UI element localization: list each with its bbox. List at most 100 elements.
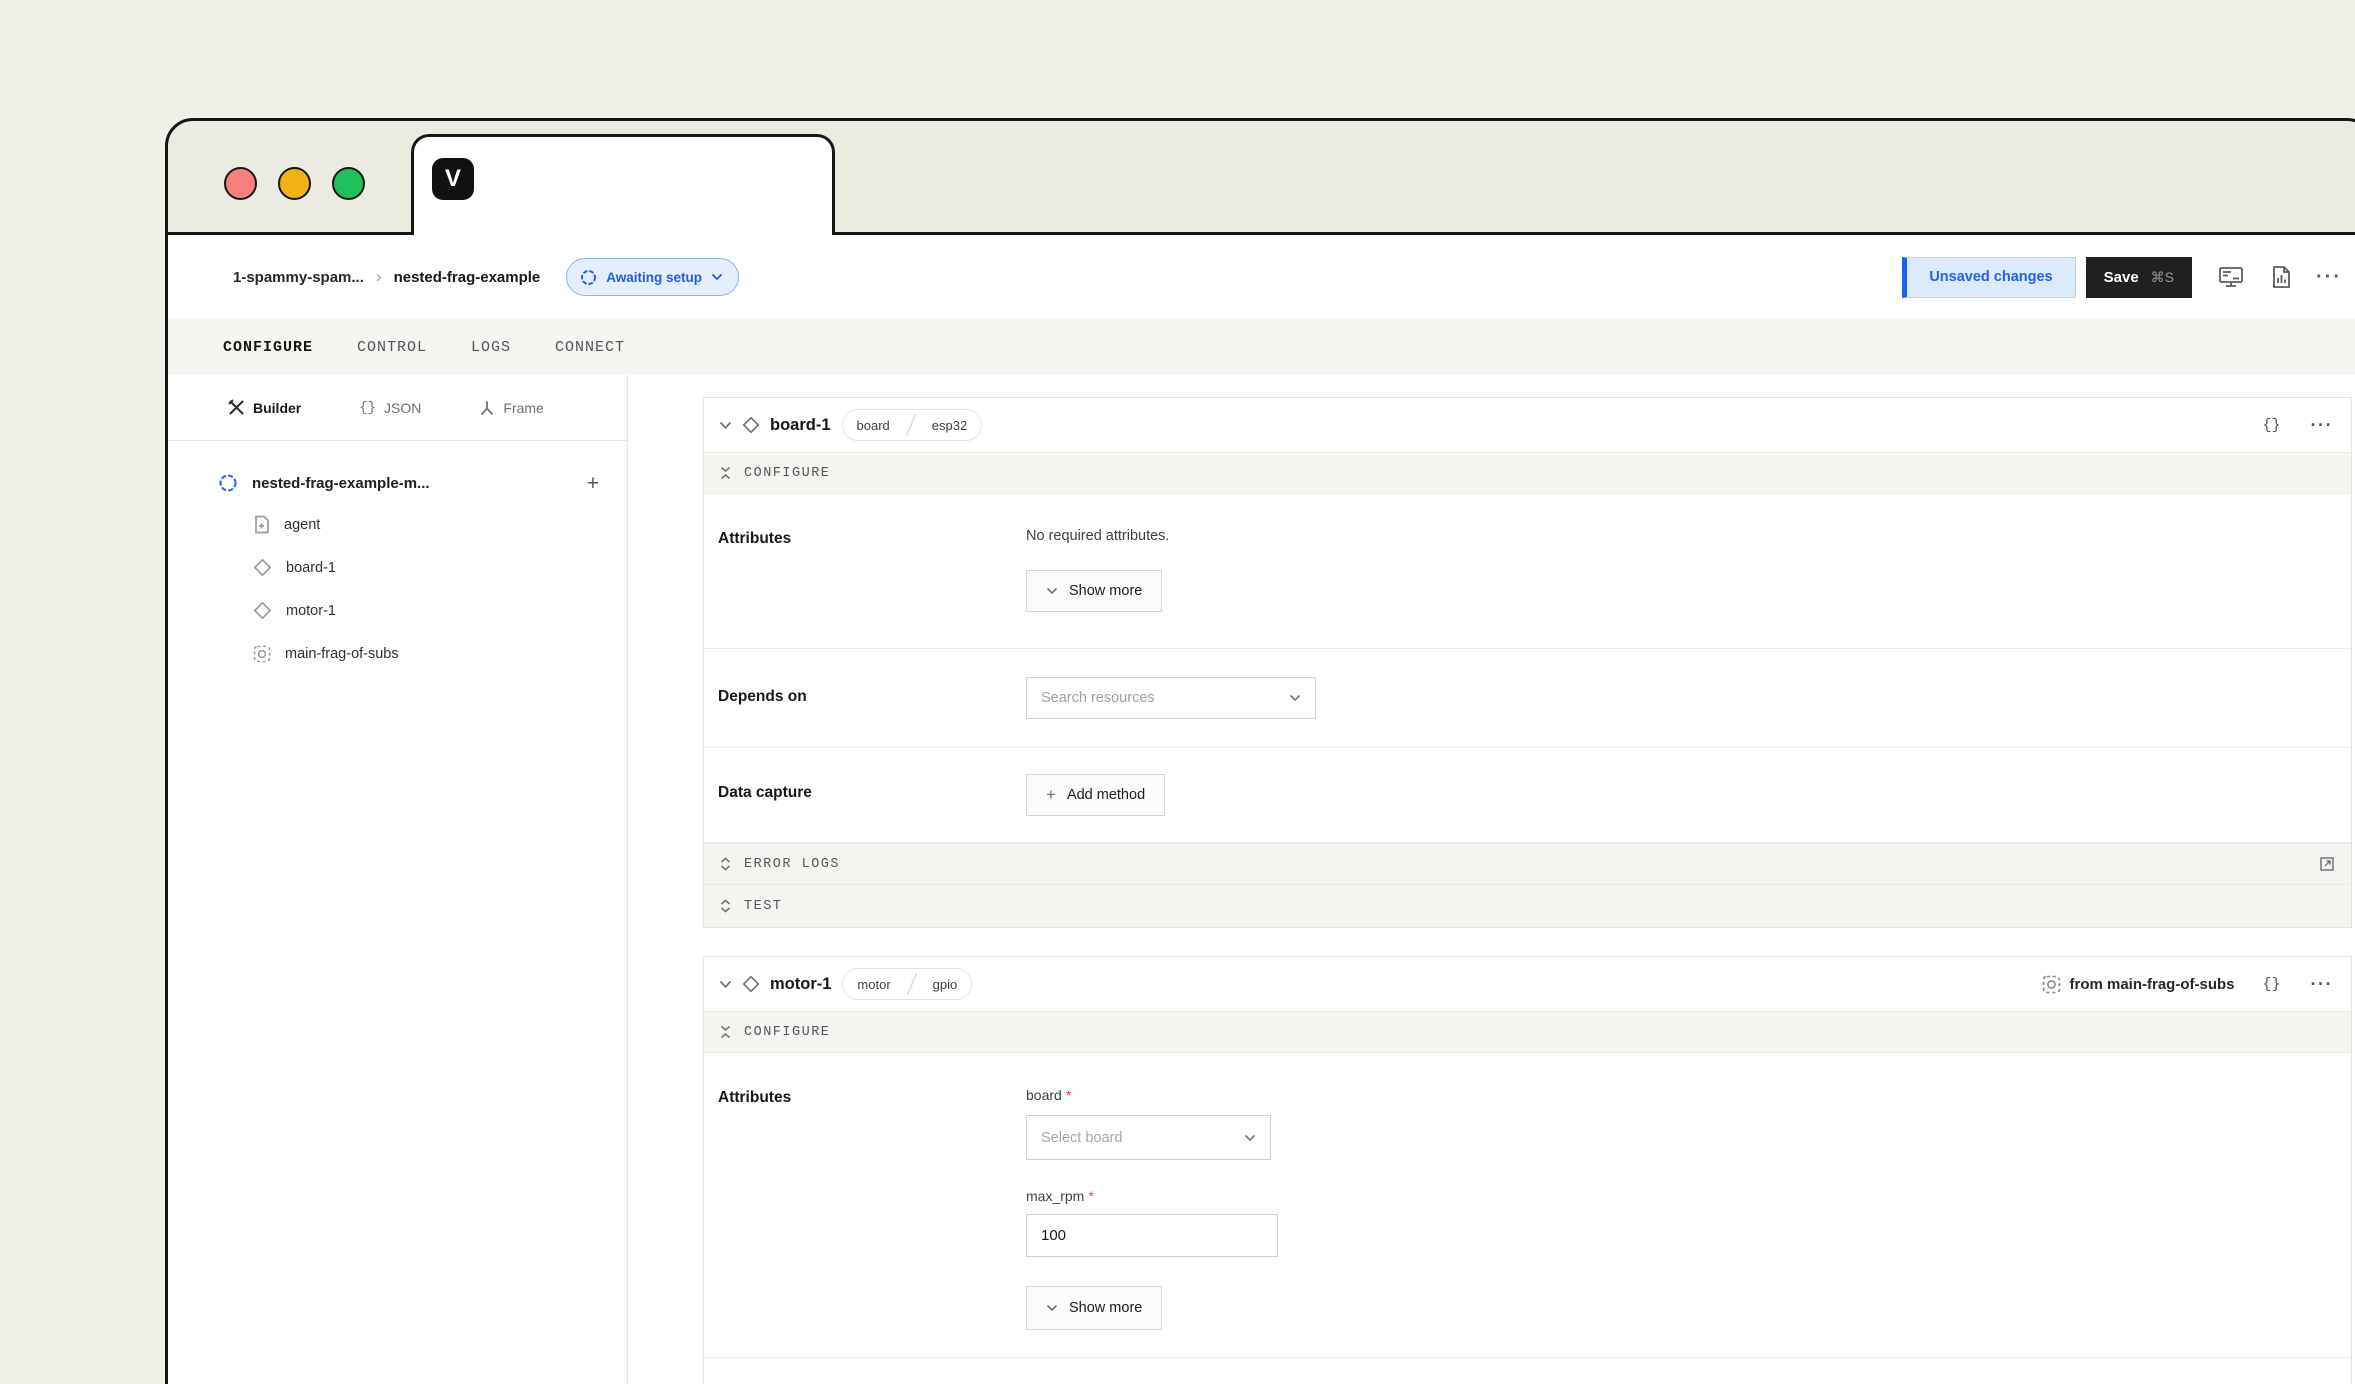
awaiting-spinner-icon [580, 269, 597, 286]
machine-nav-tabs: CONFIGURE CONTROL LOGS CONNECT [168, 319, 2355, 375]
save-shortcut: ⌘S [2151, 269, 2174, 286]
show-more-button[interactable]: Show more [1026, 1286, 1162, 1330]
resource-tree: nested-frag-example-m... + agent [168, 441, 627, 675]
chevron-down-icon [1244, 1134, 1256, 1142]
select-board-dropdown[interactable]: Select board [1026, 1115, 1271, 1160]
collapse-card-chevron-icon[interactable] [719, 421, 732, 430]
card-json-icon[interactable]: {} [2259, 417, 2285, 434]
card-title: motor-1 [770, 975, 831, 994]
configure-section-label: CONFIGURE [744, 466, 830, 481]
close-window-button[interactable] [224, 167, 257, 200]
config-sidebar: Builder {} JSON [168, 375, 628, 1384]
tab-logs[interactable]: LOGS [471, 339, 511, 356]
no-required-attributes-note: No required attributes. [1026, 528, 2333, 544]
machine-header: 1-spammy-spam... › nested-frag-example A… [168, 235, 2355, 319]
maximize-window-button[interactable] [332, 167, 365, 200]
browser-tab[interactable]: V [411, 134, 835, 235]
frame-axes-icon [479, 400, 495, 416]
sidebar-mode-tabs: Builder {} JSON [168, 375, 627, 441]
header-more-menu[interactable]: ··· [2316, 266, 2342, 289]
show-more-button[interactable]: Show more [1026, 570, 1162, 612]
browser-window: V 1-spammy-spam... › nested-frag-example… [165, 118, 2355, 1384]
open-logs-icon[interactable] [2319, 856, 2335, 872]
type-tag: motor [843, 977, 904, 992]
test-section-bar[interactable]: TEST [704, 885, 2351, 927]
machine-status-spinner-icon [218, 473, 238, 493]
attributes-row: Attributes board* Select board [704, 1053, 2351, 1358]
error-logs-section-bar[interactable]: ERROR LOGS [704, 843, 2351, 885]
resource-card-motor-1: motor-1 motor gpio [703, 956, 2352, 1384]
tree-item-label: motor-1 [286, 603, 336, 619]
chevron-down-icon [711, 273, 723, 281]
tab-configure[interactable]: CONFIGURE [223, 339, 313, 356]
config-main-panel: board-1 board esp32 {} ··· [628, 375, 2355, 1384]
save-button[interactable]: Save ⌘S [2086, 257, 2192, 298]
model-tag: gpio [919, 977, 972, 992]
breadcrumb-machine-name: nested-frag-example [394, 269, 541, 286]
mode-json[interactable]: {} JSON [359, 400, 421, 416]
board-field-label: board* [1026, 1087, 2333, 1103]
max-rpm-input[interactable] [1026, 1214, 1278, 1257]
fold-icon [720, 1025, 731, 1039]
fragment-icon [2042, 975, 2061, 994]
machine-status-badge[interactable]: Awaiting setup [566, 258, 739, 296]
tree-item-agent[interactable]: agent [218, 503, 599, 546]
mode-builder-label: Builder [253, 400, 301, 416]
depends-on-label: Depends on [718, 677, 1026, 719]
model-tag: esp32 [918, 418, 981, 433]
component-diamond-icon [742, 416, 760, 434]
fragment-source-label: from main-frag-of-subs [2070, 976, 2235, 993]
mode-builder[interactable]: Builder [228, 399, 301, 416]
configure-section-label: CONFIGURE [744, 1025, 830, 1040]
json-braces-icon: {} [359, 400, 376, 416]
tree-item-motor-1[interactable]: motor-1 [218, 589, 599, 632]
breadcrumb-project[interactable]: 1-spammy-spam... [233, 269, 364, 286]
card-header-board-1: board-1 board esp32 {} ··· [704, 398, 2351, 452]
required-asterisk: * [1066, 1087, 1071, 1103]
tree-root-label: nested-frag-example-m... [252, 475, 587, 492]
attributes-row: Attributes No required attributes. Show … [704, 494, 2351, 649]
chevron-down-icon [1289, 694, 1301, 702]
mode-frame[interactable]: Frame [479, 400, 543, 416]
card-header-motor-1: motor-1 motor gpio [704, 957, 2351, 1011]
minimize-window-button[interactable] [278, 167, 311, 200]
error-logs-label: ERROR LOGS [744, 857, 840, 872]
save-label: Save [2104, 269, 2139, 286]
plus-icon: + [1046, 785, 1056, 805]
mode-frame-label: Frame [503, 400, 543, 416]
fragment-icon [253, 645, 271, 663]
tree-item-label: board-1 [286, 560, 336, 576]
collapse-card-chevron-icon[interactable] [719, 980, 732, 989]
machine-terminal-icon[interactable] [2218, 265, 2244, 289]
add-method-label: Add method [1067, 787, 1145, 803]
tree-root-machine[interactable]: nested-frag-example-m... + [218, 463, 599, 503]
data-capture-row: Data capture + Add method [704, 748, 2351, 843]
add-resource-button[interactable]: + [587, 473, 599, 494]
resource-type-pill: motor gpio [842, 968, 972, 1000]
required-asterisk: * [1088, 1188, 1093, 1204]
tree-item-label: main-frag-of-subs [285, 646, 399, 662]
unfold-icon [720, 857, 731, 871]
browser-tab-bar: V [168, 121, 2355, 235]
status-badge-label: Awaiting setup [606, 270, 702, 285]
unsaved-changes-button[interactable]: Unsaved changes [1902, 257, 2075, 298]
configure-section-bar[interactable]: CONFIGURE [704, 452, 2351, 494]
tab-control[interactable]: CONTROL [357, 339, 427, 356]
configure-section-bar[interactable]: CONFIGURE [704, 1011, 2351, 1053]
file-plus-icon [253, 515, 270, 534]
tree-item-board-1[interactable]: board-1 [218, 546, 599, 589]
card-json-icon[interactable]: {} [2259, 976, 2285, 993]
unfold-icon [720, 899, 731, 913]
machine-report-icon[interactable] [2270, 265, 2292, 289]
card-more-menu[interactable]: ··· [2311, 415, 2333, 436]
type-tag: board [843, 418, 904, 433]
tab-connect[interactable]: CONNECT [555, 339, 625, 356]
viam-logo: V [432, 158, 474, 200]
show-more-label: Show more [1069, 583, 1142, 599]
add-method-button[interactable]: + Add method [1026, 774, 1165, 816]
tree-item-main-frag-of-subs[interactable]: main-frag-of-subs [218, 632, 599, 675]
tag-divider [904, 410, 918, 440]
component-diamond-icon [742, 975, 760, 993]
card-more-menu[interactable]: ··· [2311, 974, 2333, 995]
depends-on-select[interactable]: Search resources [1026, 677, 1316, 719]
